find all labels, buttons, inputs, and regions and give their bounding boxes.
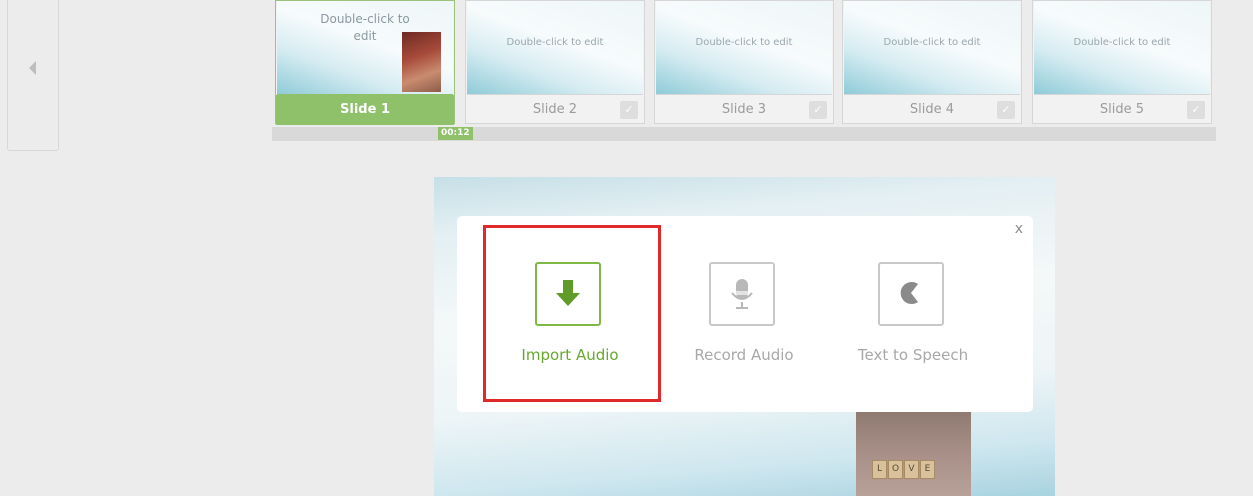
checkmark-icon[interactable]: ✓ — [1187, 101, 1205, 119]
slide-label: Slide 3 — [721, 102, 767, 117]
letter-tiles: L O V E — [872, 460, 935, 479]
slide-preview: Double-click to edit — [1034, 1, 1210, 95]
option-label: Text to Speech — [857, 346, 969, 364]
timeline-duration-badge: 00:12 — [438, 127, 473, 140]
slide-label: Slide 4 — [909, 102, 955, 117]
canvas-photo: L O V E — [856, 412, 971, 496]
slide-placeholder-text: Double-click to edit — [695, 37, 793, 48]
add-audio-dialog: x Import Audio Record Audio Text to Spee… — [457, 216, 1033, 412]
slide-thumbnail-1[interactable]: Double-click to edit Slide 1 — [275, 0, 455, 125]
letter-tile: V — [904, 460, 919, 479]
slide-thumbnail-3[interactable]: Double-click to edit Slide 3 ✓ — [654, 0, 834, 124]
option-label: Import Audio — [521, 346, 619, 364]
slide-label: Slide 5 — [1099, 102, 1145, 117]
import-audio-option[interactable]: Import Audio — [482, 216, 658, 412]
timeline-bar[interactable]: 00:12 — [272, 127, 1216, 141]
speaking-head-icon — [900, 282, 918, 304]
letter-tile: E — [920, 460, 935, 479]
slide-placeholder-text: Double-click to edit — [506, 37, 604, 48]
slide-preview: Double-click to edit — [277, 1, 453, 96]
previous-panel-button[interactable] — [7, 0, 59, 151]
slide-filmstrip: Double-click to edit Slide 1 Double-clic… — [272, 0, 1216, 141]
letter-tile: O — [888, 460, 903, 479]
slide-photo — [402, 32, 441, 92]
text-to-speech-button[interactable] — [878, 262, 944, 326]
slide-thumbnail-5[interactable]: Double-click to edit Slide 5 ✓ — [1032, 0, 1212, 124]
slide-preview: Double-click to edit — [656, 1, 832, 95]
slide-thumbnail-4[interactable]: Double-click to edit Slide 4 ✓ — [842, 0, 1022, 124]
slide-thumbnail-2[interactable]: Double-click to edit Slide 2 ✓ — [465, 0, 645, 124]
microphone-icon — [731, 279, 753, 309]
checkmark-icon[interactable]: ✓ — [620, 101, 638, 119]
download-arrow-icon — [556, 280, 580, 306]
checkmark-icon[interactable]: ✓ — [809, 101, 827, 119]
checkmark-icon[interactable]: ✓ — [997, 101, 1015, 119]
record-audio-button[interactable] — [709, 262, 775, 326]
slide-placeholder-text: Double-click to edit — [883, 37, 981, 48]
slide-label: Slide 1 — [276, 95, 454, 125]
chevron-left-icon — [29, 61, 36, 75]
text-to-speech-option[interactable]: Text to Speech — [825, 216, 1001, 412]
letter-tile: L — [872, 460, 887, 479]
slide-label: Slide 2 — [532, 102, 578, 117]
close-icon[interactable]: x — [1015, 221, 1023, 237]
slide-placeholder-text: Double-click to edit — [1073, 37, 1171, 48]
option-label: Record Audio — [694, 346, 794, 364]
record-audio-option[interactable]: Record Audio — [656, 216, 832, 412]
slide-preview: Double-click to edit — [467, 1, 643, 95]
slide-preview: Double-click to edit — [844, 1, 1020, 95]
import-audio-button[interactable] — [535, 262, 601, 326]
